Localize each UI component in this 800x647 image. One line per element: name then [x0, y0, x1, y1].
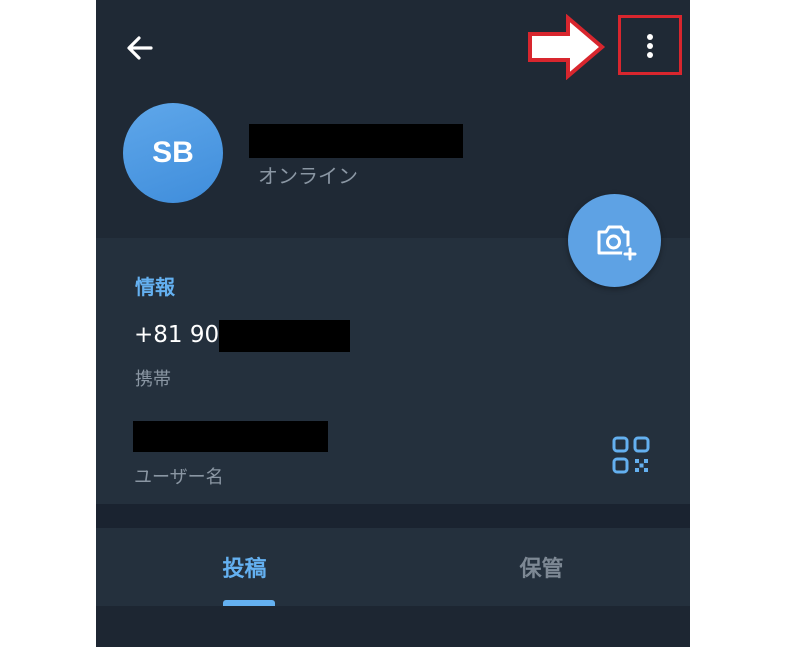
qr-code-icon [612, 436, 650, 474]
avatar[interactable]: SB [123, 103, 223, 203]
phone-redacted [219, 320, 350, 352]
section-divider [96, 504, 690, 528]
username-label: ユーザー名 [134, 467, 224, 488]
username-redacted[interactable] [133, 421, 328, 452]
info-section-title: 情報 [135, 275, 175, 299]
more-vertical-icon [647, 34, 653, 58]
more-options-button[interactable] [634, 30, 666, 62]
profile-screen: SB オンライン 情報 +81 90 携帯 ユーザー名 投稿 保管 [96, 0, 690, 647]
online-status: オンライン [258, 164, 358, 188]
qr-code-button[interactable] [612, 436, 650, 474]
menu-highlight-box [618, 15, 682, 75]
phone-label: 携帯 [135, 369, 171, 390]
back-button[interactable] [120, 28, 160, 68]
active-tab-indicator [223, 600, 275, 606]
name-redacted [249, 124, 463, 158]
set-photo-button[interactable] [568, 194, 661, 287]
arrow-left-icon [127, 36, 153, 60]
tab-posts[interactable]: 投稿 [96, 528, 393, 606]
phone-number[interactable]: +81 90 [134, 322, 219, 348]
camera-add-icon [597, 225, 638, 262]
content-area [96, 606, 690, 647]
tab-saved[interactable]: 保管 [393, 528, 690, 606]
red-arrow-icon [528, 14, 606, 80]
